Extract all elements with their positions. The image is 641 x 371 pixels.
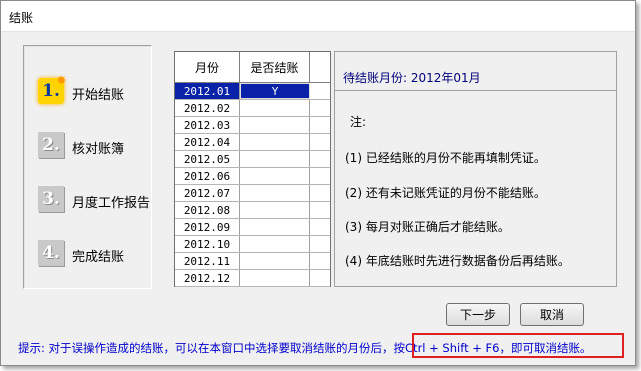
closed-cell[interactable]: [240, 270, 310, 286]
closed-cell[interactable]: Y: [240, 83, 310, 99]
closed-cell[interactable]: [240, 185, 310, 201]
closed-cell[interactable]: [240, 168, 310, 184]
month-cell[interactable]: 2012.04: [175, 134, 240, 150]
step-2-icon: 2.: [38, 132, 64, 158]
step-panel: 1. ✸ 开始结账 2. 核对账簿 3. 月度工作报告 4. 完成结账: [23, 45, 152, 289]
hint-highlight-box: [412, 333, 624, 358]
window-title: 结账: [9, 11, 34, 25]
table-row[interactable]: 2012.07: [175, 185, 330, 202]
pending-month-title: 待结账月份: 2012年01月: [343, 71, 481, 85]
month-cell[interactable]: 2012.02: [175, 100, 240, 116]
month-cell[interactable]: 2012.01: [175, 83, 240, 99]
step-1-icon: 1. ✸: [38, 74, 66, 104]
note-heading: 注:: [350, 115, 367, 129]
closed-cell[interactable]: [240, 202, 310, 218]
month-cell[interactable]: 2012.08: [175, 202, 240, 218]
note-item: (2) 还有未记账凭证的月份不能结账。: [345, 186, 546, 200]
step-2-number: 2.: [42, 135, 60, 155]
highlight-star-icon: ✸: [56, 74, 66, 87]
month-cell[interactable]: 2012.06: [175, 168, 240, 184]
step-check-ledger: 2. 核对账簿: [38, 132, 153, 162]
closed-cell[interactable]: [240, 134, 310, 150]
column-header-month: 月份: [175, 52, 240, 82]
closed-cell[interactable]: [240, 151, 310, 167]
table-row[interactable]: 2012.03: [175, 117, 330, 134]
step-1-label: 开始结账: [72, 88, 125, 103]
title-bar[interactable]: 结账: [1, 1, 635, 32]
step-2-label: 核对账簿: [72, 142, 125, 157]
table-row[interactable]: 2012.09: [175, 219, 330, 236]
step-3-icon: 3.: [38, 186, 64, 212]
column-header-closed: 是否结账: [240, 52, 310, 82]
month-grid[interactable]: 月份 是否结账 2012.01 Y 2012.02 2012.03 2012.04 201…: [174, 51, 331, 287]
table-row[interactable]: 2012.04: [175, 134, 330, 151]
month-cell[interactable]: 2012.05: [175, 151, 240, 167]
step-monthly-report: 3. 月度工作报告: [38, 186, 153, 216]
info-header: 待结账月份: 2012年01月: [335, 52, 616, 91]
table-row[interactable]: 2012.01 Y: [175, 83, 330, 100]
closed-cell[interactable]: [240, 117, 310, 133]
closed-cell[interactable]: [240, 100, 310, 116]
step-3-label: 月度工作报告: [72, 196, 151, 211]
next-step-button[interactable]: 下一步: [446, 303, 510, 326]
table-row[interactable]: 2012.11: [175, 253, 330, 270]
table-row[interactable]: 2012.08: [175, 202, 330, 219]
month-cell[interactable]: 2012.12: [175, 270, 240, 286]
close-account-dialog: 结账 1. ✸ 开始结账 2. 核对账簿 3. 月度工作报告 4. 完成结账 月…: [0, 0, 636, 366]
closed-cell[interactable]: [240, 236, 310, 252]
closed-cell[interactable]: [240, 219, 310, 235]
cancel-button[interactable]: 取消: [520, 303, 584, 326]
table-row[interactable]: 2012.10: [175, 236, 330, 253]
step-finish-closing: 4. 完成结账: [38, 240, 153, 270]
step-4-icon: 4.: [38, 240, 64, 266]
info-panel: 待结账月份: 2012年01月 注: (1) 已经结账的月份不能再填制凭证。 (…: [334, 51, 617, 287]
step-4-label: 完成结账: [72, 250, 125, 265]
month-cell[interactable]: 2012.10: [175, 236, 240, 252]
month-cell[interactable]: 2012.11: [175, 253, 240, 269]
table-row[interactable]: 2012.12: [175, 270, 330, 287]
note-item: (3) 每月对账正确后才能结账。: [345, 220, 510, 234]
step-3-number: 3.: [42, 189, 60, 209]
grid-header: 月份 是否结账: [175, 52, 330, 83]
grid-body: 2012.01 Y 2012.02 2012.03 2012.04 2012.05 2012…: [175, 83, 330, 287]
month-cell[interactable]: 2012.03: [175, 117, 240, 133]
table-row[interactable]: 2012.05: [175, 151, 330, 168]
month-cell[interactable]: 2012.07: [175, 185, 240, 201]
table-row[interactable]: 2012.06: [175, 168, 330, 185]
closed-cell[interactable]: [240, 253, 310, 269]
month-cell[interactable]: 2012.09: [175, 219, 240, 235]
note-item: (1) 已经结账的月份不能再填制凭证。: [345, 151, 546, 165]
table-row[interactable]: 2012.02: [175, 100, 330, 117]
step-4-number: 4.: [42, 243, 60, 263]
note-item: (4) 年底结账时先进行数据备份后再结账。: [345, 254, 570, 268]
step-start-closing: 1. ✸ 开始结账: [38, 74, 153, 108]
